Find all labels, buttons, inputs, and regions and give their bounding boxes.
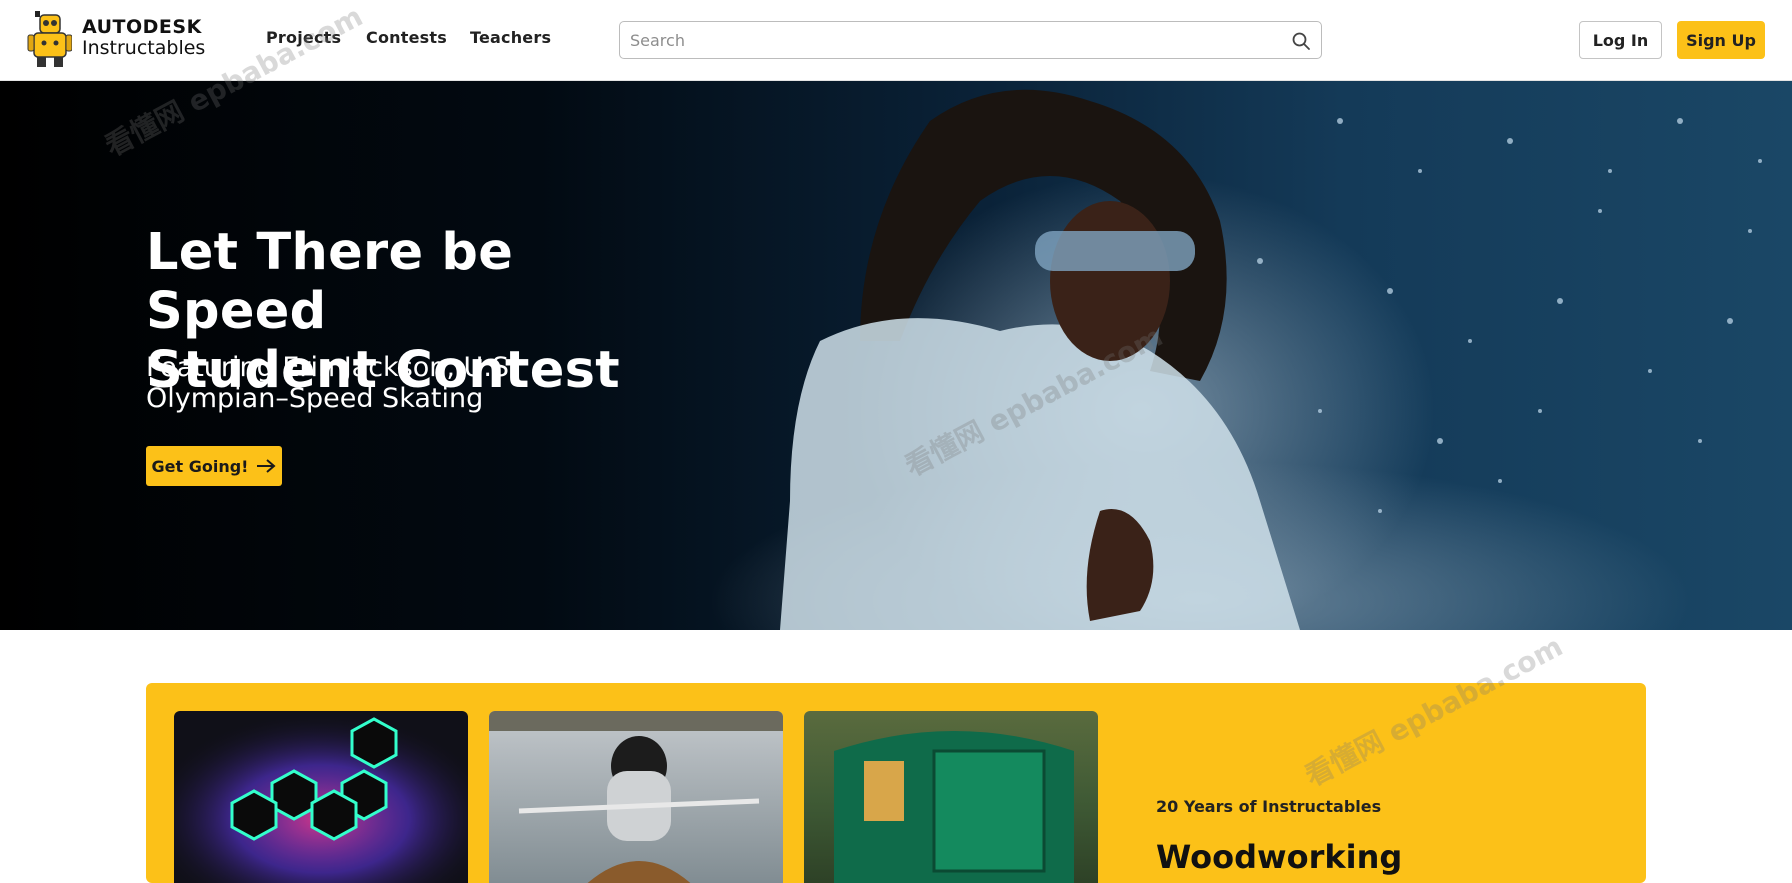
nav-teachers[interactable]: Teachers	[470, 28, 551, 47]
feature-title: Woodworking	[1156, 838, 1403, 876]
canoe-image	[489, 711, 783, 883]
hero-subtitle-line1: Featuring Erin Jackson, U.S.	[146, 352, 518, 383]
feature-card-canoe[interactable]	[489, 711, 783, 883]
signup-button[interactable]: Sign Up	[1677, 21, 1765, 59]
hero-subtitle-line2: Olympian–Speed Skating	[146, 383, 484, 414]
search-icon[interactable]	[1291, 31, 1311, 51]
logo-name: Instructables	[82, 37, 206, 59]
feature-kicker: 20 Years of Instructables	[1156, 797, 1382, 816]
nav-contests[interactable]: Contests	[366, 28, 447, 47]
hexagon-lights-image	[174, 711, 468, 883]
search-box	[619, 21, 1322, 59]
login-button[interactable]: Log In	[1579, 21, 1662, 59]
instructables-logo[interactable]: AUTODESK Instructables	[26, 9, 216, 69]
nav-projects[interactable]: Projects	[266, 28, 341, 47]
robot-mascot-icon	[27, 11, 72, 67]
feature-card-hexagon-lights[interactable]	[174, 711, 468, 883]
caravan-image	[834, 731, 1074, 883]
hero-banner: Let There be Speed Student Contest Featu…	[0, 81, 1792, 630]
logo-brand: AUTODESK	[82, 16, 202, 38]
get-going-button[interactable]: Get Going!	[146, 446, 282, 486]
get-going-label: Get Going!	[151, 456, 249, 476]
logo-text: AUTODESK Instructables	[82, 17, 205, 59]
search-input[interactable]	[630, 22, 1270, 58]
arrow-right-icon	[257, 459, 277, 473]
hero-subtitle: Featuring Erin Jackson, U.S. Olympian–Sp…	[146, 352, 566, 414]
feature-band: 20 Years of Instructables Woodworking	[146, 683, 1646, 883]
feature-card-caravan[interactable]	[804, 711, 1098, 883]
site-header: AUTODESK Instructables Projects Contests…	[0, 0, 1792, 81]
hero-title-line1: Let There be Speed	[146, 223, 514, 341]
